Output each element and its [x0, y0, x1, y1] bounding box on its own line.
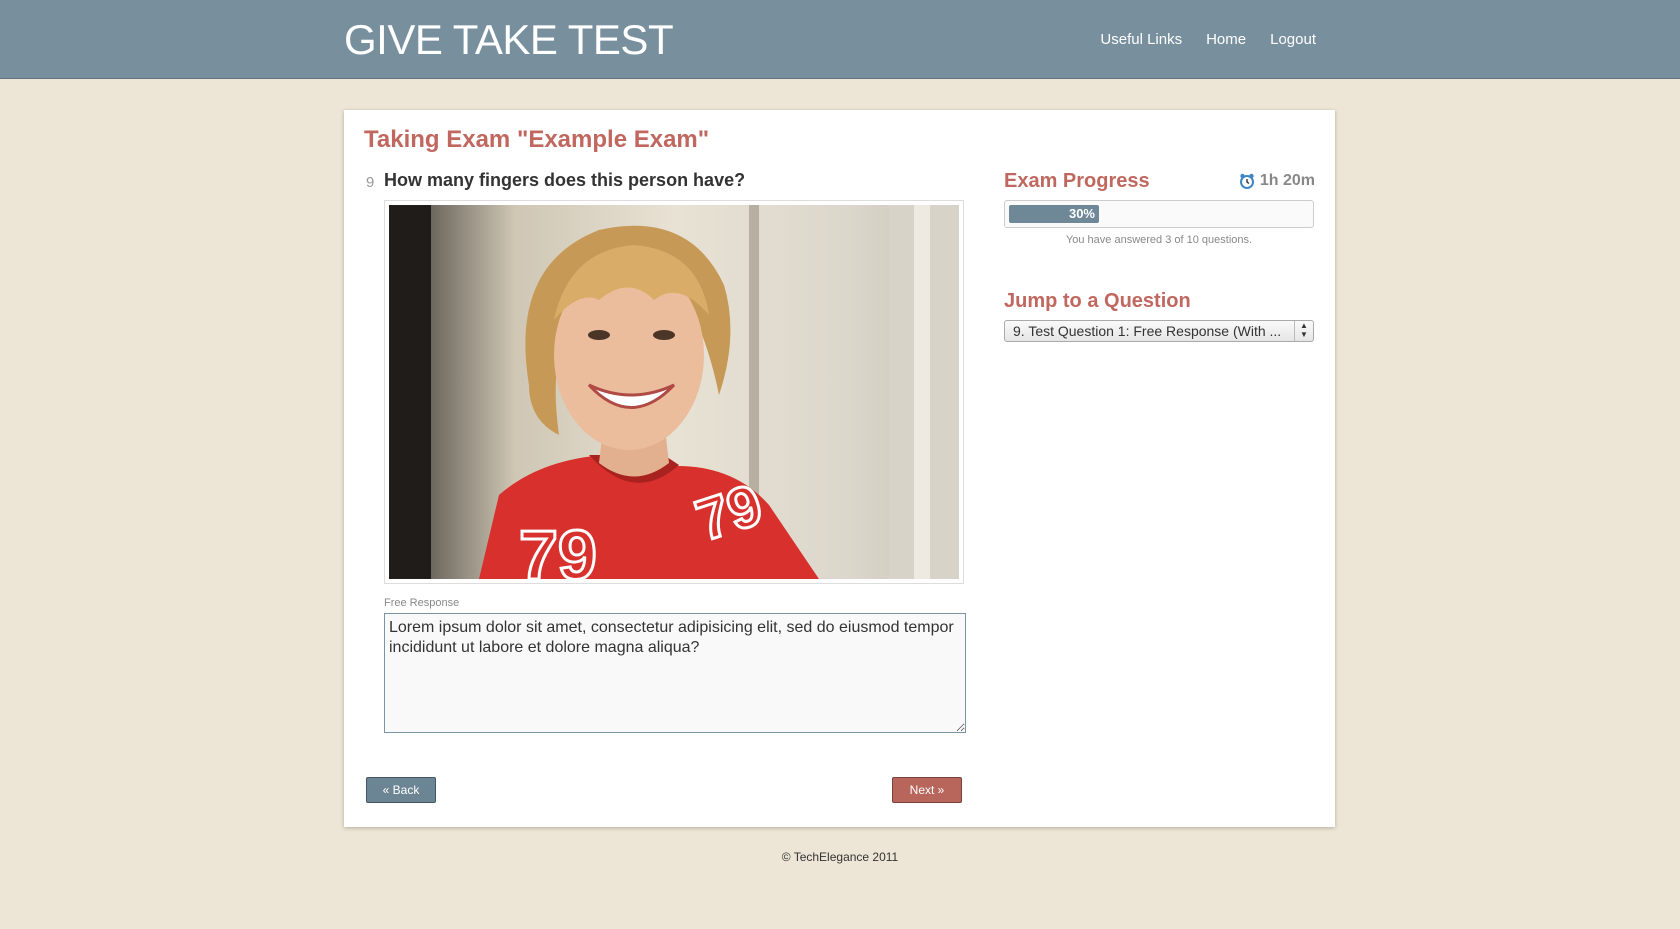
timer-value: 1h 20m: [1259, 172, 1315, 189]
select-arrows-icon: ▲ ▼: [1294, 321, 1313, 341]
progress-bar: 30%: [1004, 200, 1314, 228]
jump-selected-option: 9. Test Question 1: Free Response (With …: [1013, 323, 1282, 339]
next-button[interactable]: Next »: [892, 777, 962, 803]
brand-title[interactable]: GIVE TAKE TEST: [344, 16, 674, 64]
question-number: 9: [366, 174, 375, 191]
question-text: How many fingers does this person have?: [384, 170, 746, 190]
svg-text:79: 79: [519, 516, 597, 579]
exam-card: Taking Exam "Example Exam" 9 How many fi…: [344, 110, 1335, 827]
progress-note: You have answered 3 of 10 questions.: [1065, 234, 1253, 246]
free-response-label: Free Response: [384, 597, 460, 609]
jump-heading: Jump to a Question: [1004, 290, 1191, 312]
free-response-input[interactable]: Lorem ipsum dolor sit amet, consectetur …: [384, 613, 966, 733]
question-image: 79 79: [389, 205, 959, 579]
top-navbar: GIVE TAKE TEST Useful Links Home Logout: [0, 0, 1680, 79]
nav-logout[interactable]: Logout: [1270, 31, 1316, 48]
nav-home[interactable]: Home: [1206, 31, 1246, 48]
main-nav: Useful Links Home Logout: [1100, 31, 1316, 48]
exam-timer: 1h 20m: [1239, 172, 1315, 190]
back-button[interactable]: « Back: [366, 777, 436, 803]
exam-progress-heading: Exam Progress: [1004, 170, 1150, 192]
page-title: Taking Exam "Example Exam": [364, 126, 710, 153]
jump-to-question-select[interactable]: 9. Test Question 1: Free Response (With …: [1004, 320, 1314, 342]
footer-copyright: © TechElegance 2011: [781, 850, 899, 864]
nav-useful-links[interactable]: Useful Links: [1100, 31, 1182, 48]
progress-bar-fill: 30%: [1009, 205, 1099, 223]
alarm-clock-icon: [1239, 173, 1254, 189]
question-image-frame: 79 79: [384, 200, 964, 584]
